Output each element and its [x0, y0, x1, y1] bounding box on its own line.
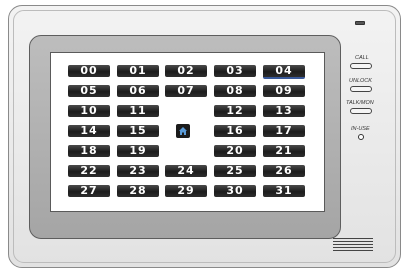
channel-button-19[interactable]: 19 [117, 145, 159, 157]
channel-button-31[interactable]: 31 [263, 185, 305, 197]
channel-button-08[interactable]: 08 [214, 85, 256, 97]
channel-button-04[interactable]: 04 [263, 65, 305, 79]
channel-button-03[interactable]: 03 [214, 65, 256, 77]
home-button[interactable] [176, 124, 190, 138]
channel-button-01[interactable]: 01 [117, 65, 159, 77]
in-use-label: IN-USE [351, 126, 370, 132]
channel-button-20[interactable]: 20 [214, 145, 256, 157]
channel-button-12[interactable]: 12 [214, 105, 256, 117]
channel-button-17[interactable]: 17 [263, 125, 305, 137]
touch-screen: 00 01 02 03 04 05 06 07 08 09 10 11 12 1… [50, 52, 325, 212]
talk-mon-button[interactable] [350, 108, 372, 114]
channel-button-16[interactable]: 16 [214, 125, 256, 137]
channel-button-21[interactable]: 21 [263, 145, 305, 157]
speaker-grille [333, 238, 373, 254]
channel-button-24[interactable]: 24 [165, 165, 207, 177]
channel-button-10[interactable]: 10 [68, 105, 110, 117]
channel-button-29[interactable]: 29 [165, 185, 207, 197]
in-use-led [358, 134, 364, 140]
channel-button-18[interactable]: 18 [68, 145, 110, 157]
channel-button-23[interactable]: 23 [117, 165, 159, 177]
channel-button-06[interactable]: 06 [117, 85, 159, 97]
channel-button-27[interactable]: 27 [68, 185, 110, 197]
unlock-label: UNLOCK [349, 78, 372, 84]
channel-button-07[interactable]: 07 [165, 85, 207, 97]
channel-button-25[interactable]: 25 [214, 165, 256, 177]
channel-button-15[interactable]: 15 [117, 125, 159, 137]
channel-button-28[interactable]: 28 [117, 185, 159, 197]
home-icon [179, 127, 187, 135]
channel-button-05[interactable]: 05 [68, 85, 110, 97]
channel-button-00[interactable]: 00 [68, 65, 110, 77]
channel-button-30[interactable]: 30 [214, 185, 256, 197]
channel-button-13[interactable]: 13 [263, 105, 305, 117]
channel-button-11[interactable]: 11 [117, 105, 159, 117]
channel-button-26[interactable]: 26 [263, 165, 305, 177]
channel-button-09[interactable]: 09 [263, 85, 305, 97]
channel-button-02[interactable]: 02 [165, 65, 207, 77]
channel-button-22[interactable]: 22 [68, 165, 110, 177]
talk-mon-label: TALK/MON [346, 100, 374, 106]
call-label: CALL [355, 55, 369, 61]
call-button[interactable] [350, 63, 372, 69]
channel-button-14[interactable]: 14 [68, 125, 110, 137]
indicator-light [355, 21, 365, 25]
unlock-button[interactable] [350, 86, 372, 92]
